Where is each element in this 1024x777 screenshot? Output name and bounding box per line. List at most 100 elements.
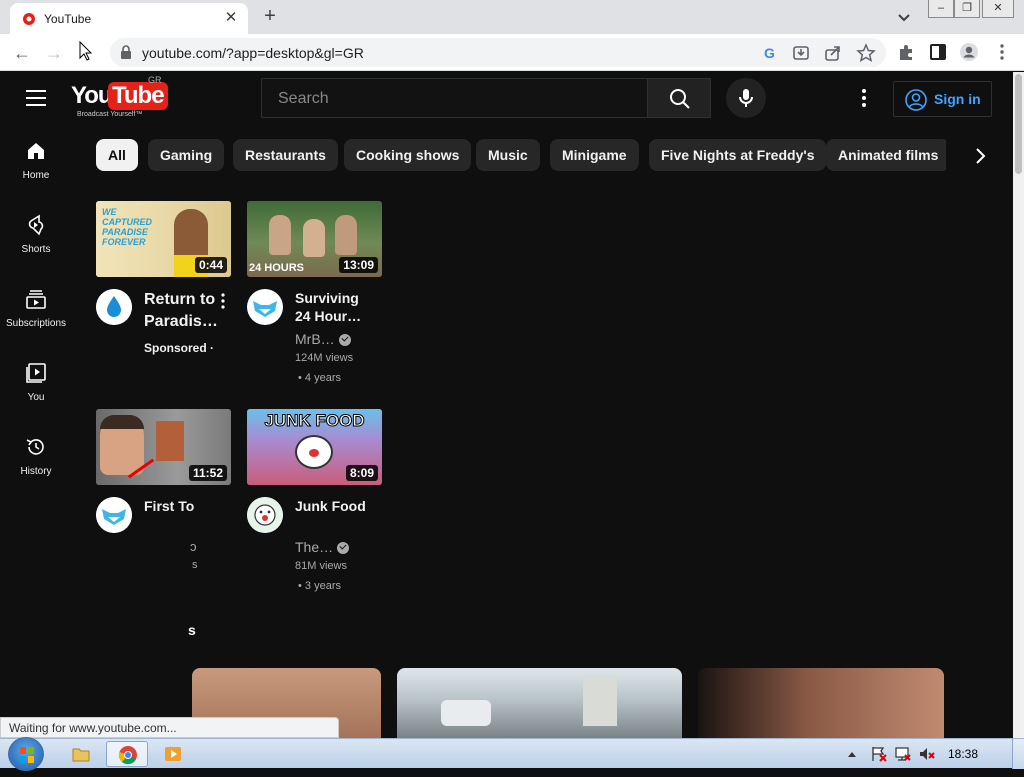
video-thumbnail[interactable]: JUNK FOOD 8:09: [247, 409, 382, 485]
thumbnail-caption: JUNK FOOD: [264, 411, 365, 431]
chip-animated-films[interactable]: Animated films: [826, 139, 946, 171]
restore-window-icon[interactable]: ❐: [954, 0, 980, 18]
sign-in-label: Sign in: [934, 91, 981, 107]
video-thumbnail[interactable]: 11:52: [96, 409, 231, 485]
chip-five-nights-at-freddys[interactable]: Five Nights at Freddy's: [649, 139, 827, 171]
sidebar-item-history[interactable]: History: [0, 428, 72, 488]
video-duration: 0:44: [194, 257, 227, 273]
url-text: youtube.com/?app=desktop&gl=GR: [142, 45, 364, 61]
back-arrow-icon[interactable]: ←: [9, 40, 35, 66]
channel-name[interactable]: The…: [295, 539, 350, 555]
verified-badge-icon: [337, 542, 350, 555]
lock-icon[interactable]: [120, 45, 132, 59]
chip-gaming[interactable]: Gaming: [148, 139, 225, 171]
share-icon[interactable]: [823, 43, 843, 63]
chip-music[interactable]: Music: [476, 139, 540, 171]
channel-name-text: MrB…: [295, 331, 335, 347]
forward-arrow-icon[interactable]: →: [41, 40, 67, 66]
sidebar-item-shorts[interactable]: Shorts: [0, 206, 72, 266]
thumbnail-block: [156, 421, 184, 461]
settings-more-icon[interactable]: [852, 86, 876, 110]
shorts-thumbnail[interactable]: [397, 668, 682, 738]
tab-search-chevron-icon[interactable]: [894, 7, 914, 27]
video-thumbnail[interactable]: 24 HOURS 13:09: [247, 201, 382, 277]
taskbar-explorer[interactable]: [60, 741, 102, 767]
hamburger-menu-icon[interactable]: [26, 90, 46, 106]
beast-logo-icon: [247, 289, 283, 325]
chip-all[interactable]: All: [96, 139, 138, 171]
voice-search-button[interactable]: [726, 78, 766, 118]
browser-menu-icon[interactable]: [992, 42, 1012, 62]
video-duration: 13:09: [339, 257, 378, 273]
extensions-puzzle-icon[interactable]: [896, 42, 916, 62]
video-title[interactable]: Surviving 24 Hour…: [295, 289, 367, 325]
sidebar-item-label: Shorts: [21, 244, 51, 255]
truncated-section-heading: s: [188, 622, 196, 638]
address-bar[interactable]: youtube.com/?app=desktop&gl=GR G: [110, 38, 886, 67]
browser-tab-youtube[interactable]: YouTube ✕: [10, 3, 248, 34]
thumbnail-person: [269, 215, 291, 255]
side-panel-icon[interactable]: [928, 42, 948, 62]
windows-logo-icon: [20, 747, 34, 763]
video-options-icon[interactable]: [221, 293, 225, 309]
cartoon-character-icon: [247, 497, 283, 533]
chevron-right-icon[interactable]: [968, 144, 992, 168]
volume-muted-icon[interactable]: [918, 745, 936, 763]
sponsored-badge: Sponsored ·: [144, 341, 215, 355]
profile-avatar-icon[interactable]: [959, 42, 979, 62]
video-title[interactable]: Junk Food: [295, 497, 367, 515]
channel-avatar[interactable]: [247, 497, 283, 533]
install-app-icon[interactable]: [791, 43, 811, 63]
video-duration: 8:09: [345, 465, 378, 481]
tab-close-icon[interactable]: ✕: [222, 9, 240, 27]
close-window-icon[interactable]: ✕: [982, 0, 1014, 18]
chip-cooking-shows[interactable]: Cooking shows: [344, 139, 472, 171]
browser-tab-strip: YouTube ✕ + – ❐ ✕: [0, 0, 1024, 34]
channel-avatar[interactable]: [96, 497, 132, 533]
google-translate-icon[interactable]: G: [760, 43, 780, 63]
shorts-thumbnail[interactable]: [698, 668, 944, 738]
video-title[interactable]: Return to Paradis…: [144, 289, 224, 333]
sidebar-item-you[interactable]: You: [0, 354, 72, 414]
truncated-text-fragment: s: [192, 559, 198, 571]
show-hidden-icons-icon[interactable]: [846, 749, 858, 759]
home-icon: [28, 143, 44, 159]
chip-minigame[interactable]: Minigame: [550, 139, 639, 171]
sidebar-item-subscriptions[interactable]: Subscriptions: [0, 280, 72, 340]
channel-avatar[interactable]: [96, 289, 132, 325]
taskbar-chrome[interactable]: [106, 741, 148, 767]
truncated-text-fragment: ɔ: [190, 539, 197, 554]
sidebar-item-label: History: [20, 466, 52, 477]
scrollbar-thumb[interactable]: [1015, 74, 1022, 174]
sidebar-item-home[interactable]: Home: [0, 132, 72, 192]
network-icon[interactable]: [894, 745, 912, 763]
search-input[interactable]: Search: [261, 78, 648, 118]
logo-tube-text: Tube: [108, 82, 168, 110]
account-circle-icon: [905, 89, 927, 111]
taskbar-media-player[interactable]: [152, 741, 194, 767]
folder-icon: [72, 748, 90, 762]
sign-in-button[interactable]: Sign in: [893, 81, 992, 117]
subscriptions-icon: [26, 290, 46, 309]
thumbnail-truck: [583, 678, 617, 726]
action-center-flag-icon[interactable]: [870, 745, 888, 763]
start-button[interactable]: [8, 737, 44, 771]
reload-icon[interactable]: [76, 40, 98, 62]
new-tab-icon[interactable]: +: [258, 4, 282, 28]
show-desktop-button[interactable]: [1012, 739, 1024, 769]
channel-name[interactable]: MrB…: [295, 331, 351, 347]
chip-restaurants[interactable]: Restaurants: [233, 139, 338, 171]
minimize-window-icon[interactable]: –: [928, 0, 954, 18]
video-title[interactable]: First To: [144, 497, 216, 515]
thumbnail-character-mouth: [309, 449, 319, 457]
you-library-icon: [26, 363, 46, 383]
page-scrollbar[interactable]: [1013, 72, 1024, 738]
windows-taskbar: 18:38: [0, 737, 1024, 771]
sidebar-item-label: You: [27, 392, 45, 403]
taskbar-clock[interactable]: 18:38: [948, 747, 978, 761]
bookmark-star-icon[interactable]: [856, 43, 876, 63]
channel-avatar[interactable]: [247, 289, 283, 325]
search-button[interactable]: [647, 78, 711, 118]
youtube-logo[interactable]: You Tube Broadcast Yourself™: [71, 82, 168, 118]
video-thumbnail[interactable]: WE CAPTURED PARADISE FOREVER 0:44: [96, 201, 231, 277]
